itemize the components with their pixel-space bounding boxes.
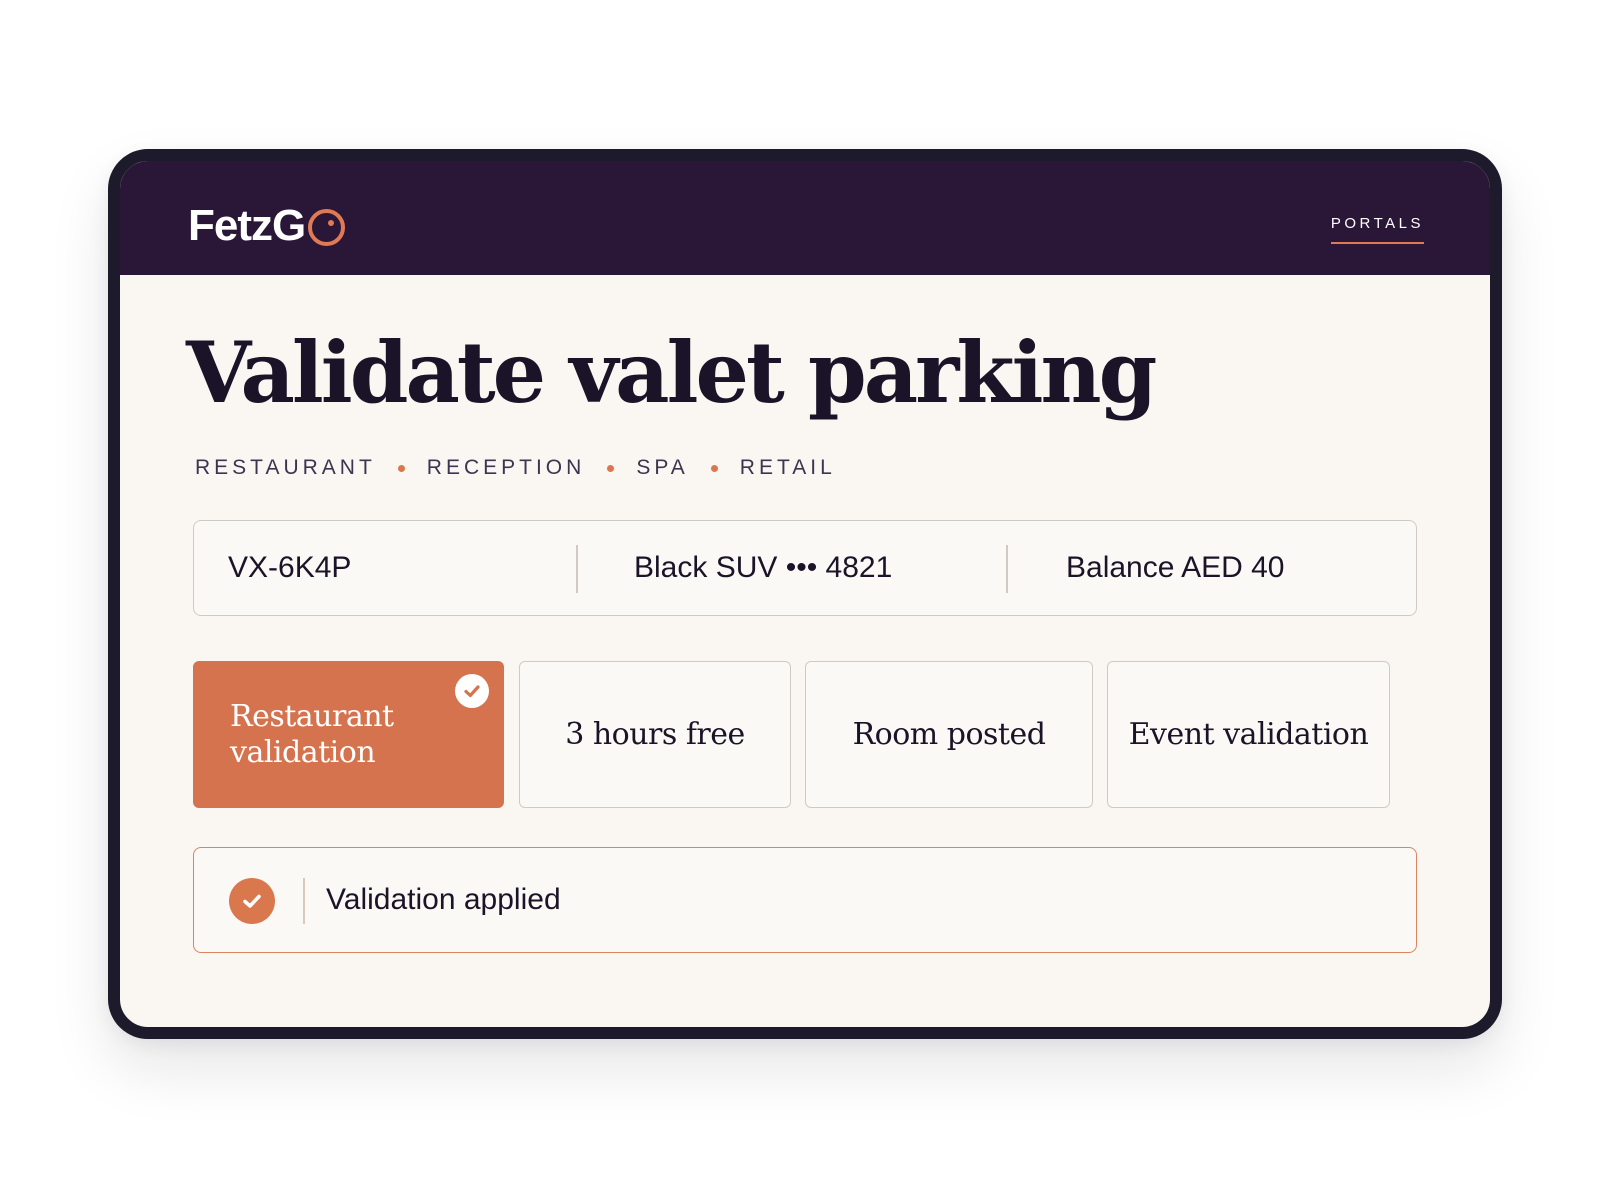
ticket-info-bar: VX-6K4P Black SUV ••• 4821 Balance AED 4…	[193, 520, 1417, 616]
top-bar: FetzG PORTALS	[120, 161, 1490, 275]
check-circle-icon	[229, 878, 275, 924]
ticket-code: VX-6K4P	[228, 551, 352, 584]
option-label-line2: validation	[230, 734, 376, 770]
option-label-line1: Restaurant	[230, 698, 394, 734]
separator-dot	[607, 464, 615, 472]
info-divider	[1006, 545, 1008, 593]
ring-o-icon	[308, 209, 346, 246]
option-3-hours-free[interactable]: 3 hours free	[519, 661, 791, 808]
info-divider	[576, 545, 578, 593]
page-title: Validate valet parking	[186, 323, 1157, 422]
logo[interactable]: FetzG	[188, 201, 346, 251]
department-reception: RECEPTION	[426, 456, 586, 479]
status-message: Validation applied	[326, 883, 561, 916]
vehicle-info: Black SUV ••• 4821	[634, 551, 893, 584]
department-list: RESTAURANT RECEPTION SPA RETAIL	[195, 456, 836, 480]
app-window: FetzG PORTALS Validate valet parking RES…	[108, 149, 1502, 1039]
separator-dot	[397, 464, 405, 472]
department-retail: RETAIL	[739, 456, 836, 479]
balance-info: Balance AED 40	[1066, 551, 1285, 584]
status-divider	[303, 878, 305, 924]
option-restaurant-validation[interactable]: Restaurant validation	[193, 661, 504, 808]
department-restaurant: RESTAURANT	[195, 456, 376, 479]
option-room-posted[interactable]: Room posted	[805, 661, 1093, 808]
option-event-validation[interactable]: Event validation	[1107, 661, 1390, 808]
logo-text: FetzG	[188, 201, 306, 250]
department-spa: SPA	[636, 456, 689, 479]
separator-dot	[710, 464, 718, 472]
nav-portals-link[interactable]: PORTALS	[1330, 215, 1424, 244]
status-banner: Validation applied	[193, 847, 1417, 953]
option-label: Restaurant validation	[230, 699, 394, 771]
check-circle-icon	[455, 674, 489, 708]
